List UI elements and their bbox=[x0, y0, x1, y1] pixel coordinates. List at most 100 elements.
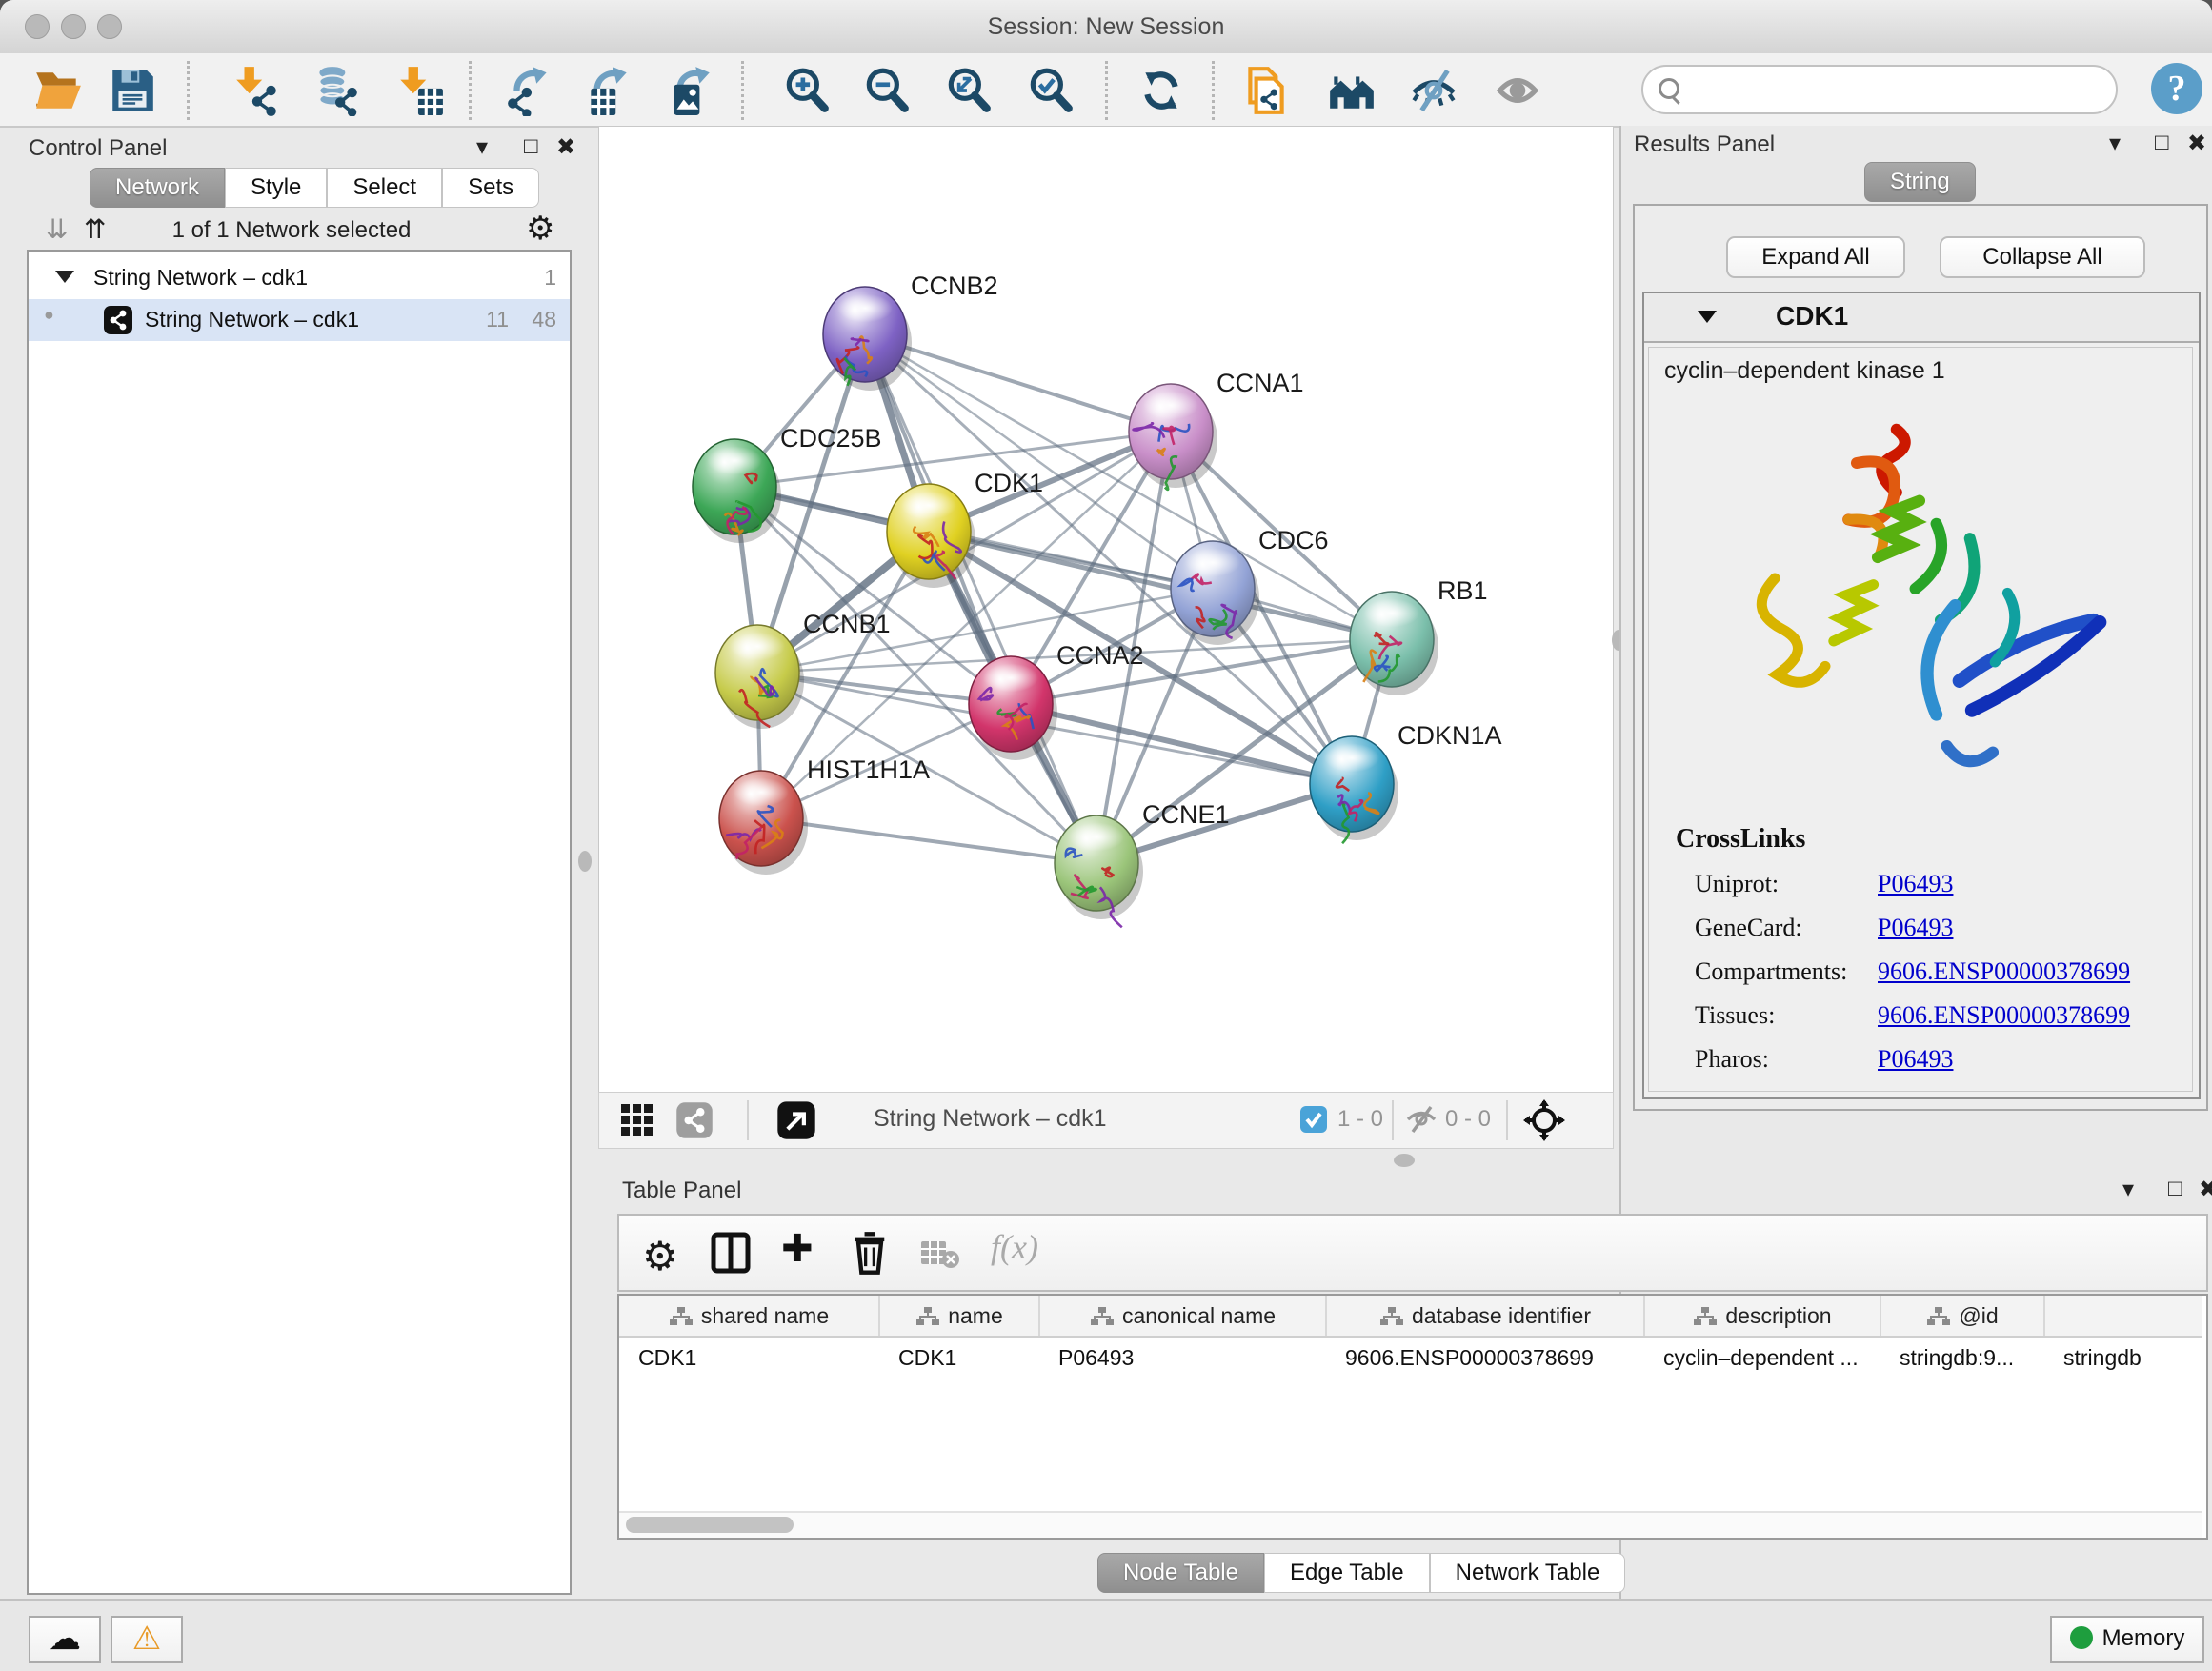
network-node-CDC25B[interactable]: CDC25B bbox=[693, 424, 882, 543]
column-header-database-identifier[interactable]: database identifier bbox=[1326, 1296, 1644, 1337]
export-table-icon[interactable] bbox=[583, 65, 634, 116]
scrollbar-thumb[interactable] bbox=[626, 1517, 794, 1533]
crosslink-link[interactable]: 9606.ENSP00000378699 bbox=[1878, 1001, 2130, 1030]
network-row-selected[interactable]: ● String Network – cdk1 11 48 bbox=[29, 299, 570, 341]
export-image-icon[interactable] bbox=[664, 65, 715, 116]
open-session-icon[interactable] bbox=[32, 65, 84, 116]
tab-node-table[interactable]: Node Table bbox=[1097, 1553, 1264, 1593]
warnings-button[interactable]: ⚠ bbox=[111, 1616, 183, 1663]
network-canvas[interactable]: CCNB2CCNA1CDC25BCDK1CDC6RB1CCNB1CCNA2CDK… bbox=[598, 126, 1614, 1094]
protein-section-header[interactable]: CDK1 bbox=[1644, 293, 2199, 343]
column-header--id[interactable]: @id bbox=[1880, 1296, 2044, 1337]
panel-close-icon[interactable]: ✖ bbox=[2187, 130, 2206, 157]
tab-select[interactable]: Select bbox=[327, 168, 442, 208]
apply-layout-icon[interactable] bbox=[1136, 65, 1187, 116]
selected-checkbox-icon[interactable] bbox=[1299, 1105, 1328, 1138]
tab-string[interactable]: String bbox=[1864, 162, 1976, 202]
tab-network-table[interactable]: Network Table bbox=[1430, 1553, 1626, 1593]
zoom-fit-icon[interactable] bbox=[943, 65, 995, 116]
panel-float-icon[interactable]: □ bbox=[2155, 130, 2169, 156]
crosslink-link[interactable]: P06493 bbox=[1878, 1045, 1953, 1074]
network-node-HIST1H1A[interactable]: HIST1H1A bbox=[719, 755, 930, 875]
network-node-CDC6[interactable]: CDC6 bbox=[1171, 526, 1329, 645]
network-edge-CCNA2-CDKN1A[interactable] bbox=[1011, 704, 1352, 784]
table-horizontal-scrollbar[interactable] bbox=[619, 1511, 2202, 1538]
hide-selected-icon[interactable] bbox=[1408, 65, 1459, 116]
expand-all-button[interactable]: Expand All bbox=[1726, 236, 1905, 278]
column-header-namespace[interactable]: namespace bbox=[2044, 1296, 2202, 1337]
add-column-icon[interactable]: ✚ bbox=[781, 1227, 814, 1271]
application-window: Session: New Session bbox=[0, 0, 2212, 1671]
string-app-icon bbox=[103, 305, 133, 341]
panel-menu-icon[interactable]: ▾ bbox=[2122, 1176, 2134, 1203]
save-session-icon[interactable] bbox=[107, 65, 158, 116]
collapse-all-button[interactable]: Collapse All bbox=[1940, 236, 2145, 278]
column-header-shared-name[interactable]: shared name bbox=[619, 1296, 879, 1337]
help-button[interactable]: ? bbox=[2151, 63, 2202, 114]
table-cell[interactable]: cyclin–dependent ... bbox=[1644, 1337, 1880, 1378]
crosslink-label: Compartments: bbox=[1695, 957, 1847, 985]
node-table-grid[interactable]: shared namenamecanonical namedatabase id… bbox=[619, 1296, 2202, 1378]
network-node-RB1[interactable]: RB1 bbox=[1350, 576, 1488, 695]
panel-menu-icon[interactable]: ▾ bbox=[2109, 130, 2121, 157]
panel-float-icon[interactable]: □ bbox=[2168, 1176, 2182, 1202]
column-header-canonical-name[interactable]: canonical name bbox=[1039, 1296, 1326, 1337]
collection-label: String Network – cdk1 bbox=[93, 265, 308, 291]
string-view-icon[interactable] bbox=[675, 1101, 714, 1144]
network-node-CCNE1[interactable]: CCNE1 bbox=[1055, 800, 1230, 927]
first-neighbors-icon[interactable] bbox=[1326, 65, 1377, 116]
splitter-handle[interactable] bbox=[1394, 1154, 1415, 1167]
table-settings-gear-icon[interactable]: ⚙ bbox=[642, 1233, 678, 1279]
zoom-in-icon[interactable] bbox=[781, 65, 833, 116]
crosslink-link[interactable]: 9606.ENSP00000378699 bbox=[1878, 957, 2130, 986]
control-panel-tabs: NetworkStyleSelectSets bbox=[90, 168, 539, 208]
tab-sets[interactable]: Sets bbox=[442, 168, 539, 208]
birds-eye-view-icon[interactable] bbox=[1523, 1099, 1565, 1146]
memory-button[interactable]: Memory bbox=[2050, 1616, 2204, 1663]
splitter-handle[interactable] bbox=[578, 851, 592, 872]
table-cell[interactable]: P06493 bbox=[1039, 1337, 1326, 1378]
import-network-from-database-icon[interactable] bbox=[311, 65, 362, 116]
column-header-description[interactable]: description bbox=[1644, 1296, 1880, 1337]
network-node-CCNA1[interactable]: CCNA1 bbox=[1129, 369, 1304, 490]
zoom-out-icon[interactable] bbox=[861, 65, 913, 116]
open-in-window-icon[interactable] bbox=[776, 1100, 816, 1145]
cloud-status-button[interactable]: ☁ bbox=[29, 1616, 101, 1663]
select-columns-icon[interactable] bbox=[710, 1232, 752, 1278]
grid-view-icon[interactable] bbox=[620, 1103, 654, 1142]
network-collection-row[interactable]: String Network – cdk1 1 bbox=[29, 257, 570, 299]
collection-expand-icon[interactable] bbox=[55, 271, 74, 283]
network-options-gear-icon[interactable]: ⚙ bbox=[526, 210, 554, 248]
show-all-icon[interactable] bbox=[1492, 65, 1543, 116]
crosslink-link[interactable]: P06493 bbox=[1878, 870, 1953, 898]
column-header-name[interactable]: name bbox=[879, 1296, 1039, 1337]
table-cell[interactable]: CDK1 bbox=[879, 1337, 1039, 1378]
delete-column-icon[interactable] bbox=[848, 1230, 892, 1280]
import-network-from-file-icon[interactable] bbox=[231, 65, 283, 116]
panel-menu-icon[interactable]: ▾ bbox=[476, 133, 488, 161]
tab-network[interactable]: Network bbox=[90, 168, 225, 208]
network-node-CCNB2[interactable]: CCNB2 bbox=[823, 272, 998, 391]
section-collapse-icon[interactable] bbox=[1698, 311, 1717, 323]
network-edge-HIST1H1A-CCNE1[interactable] bbox=[761, 818, 1096, 863]
panel-close-icon[interactable]: ✖ bbox=[556, 133, 575, 161]
import-table-from-file-icon[interactable] bbox=[393, 65, 445, 116]
panel-float-icon[interactable]: □ bbox=[524, 133, 538, 160]
table-row[interactable]: CDK1CDK1P064939606.ENSP00000378699cyclin… bbox=[619, 1337, 2202, 1378]
table-cell[interactable]: 9606.ENSP00000378699 bbox=[1326, 1337, 1644, 1378]
export-network-icon[interactable] bbox=[505, 65, 556, 116]
crosslink-link[interactable]: P06493 bbox=[1878, 914, 1953, 942]
table-cell[interactable]: CDK1 bbox=[619, 1337, 879, 1378]
zoom-selected-icon[interactable] bbox=[1025, 65, 1076, 116]
network-node-CDK1[interactable]: CDK1 bbox=[887, 469, 1043, 588]
tab-style[interactable]: Style bbox=[225, 168, 327, 208]
string-results-container: Expand All Collapse All CDK1 cyclin–depe… bbox=[1633, 204, 2208, 1111]
table-cell[interactable]: stringdb:9... bbox=[1880, 1337, 2044, 1378]
network-graph[interactable]: CCNB2CCNA1CDC25BCDK1CDC6RB1CCNB1CCNA2CDK… bbox=[599, 127, 1613, 1093]
tab-edge-table[interactable]: Edge Table bbox=[1264, 1553, 1430, 1593]
panel-close-icon[interactable]: ✖ bbox=[2199, 1176, 2212, 1203]
search-input[interactable] bbox=[1641, 65, 2118, 114]
network-node-CDKN1A[interactable]: CDKN1A bbox=[1310, 721, 1502, 843]
table-cell[interactable]: stringdb bbox=[2044, 1337, 2202, 1378]
new-network-from-selection-icon[interactable] bbox=[1240, 65, 1292, 116]
